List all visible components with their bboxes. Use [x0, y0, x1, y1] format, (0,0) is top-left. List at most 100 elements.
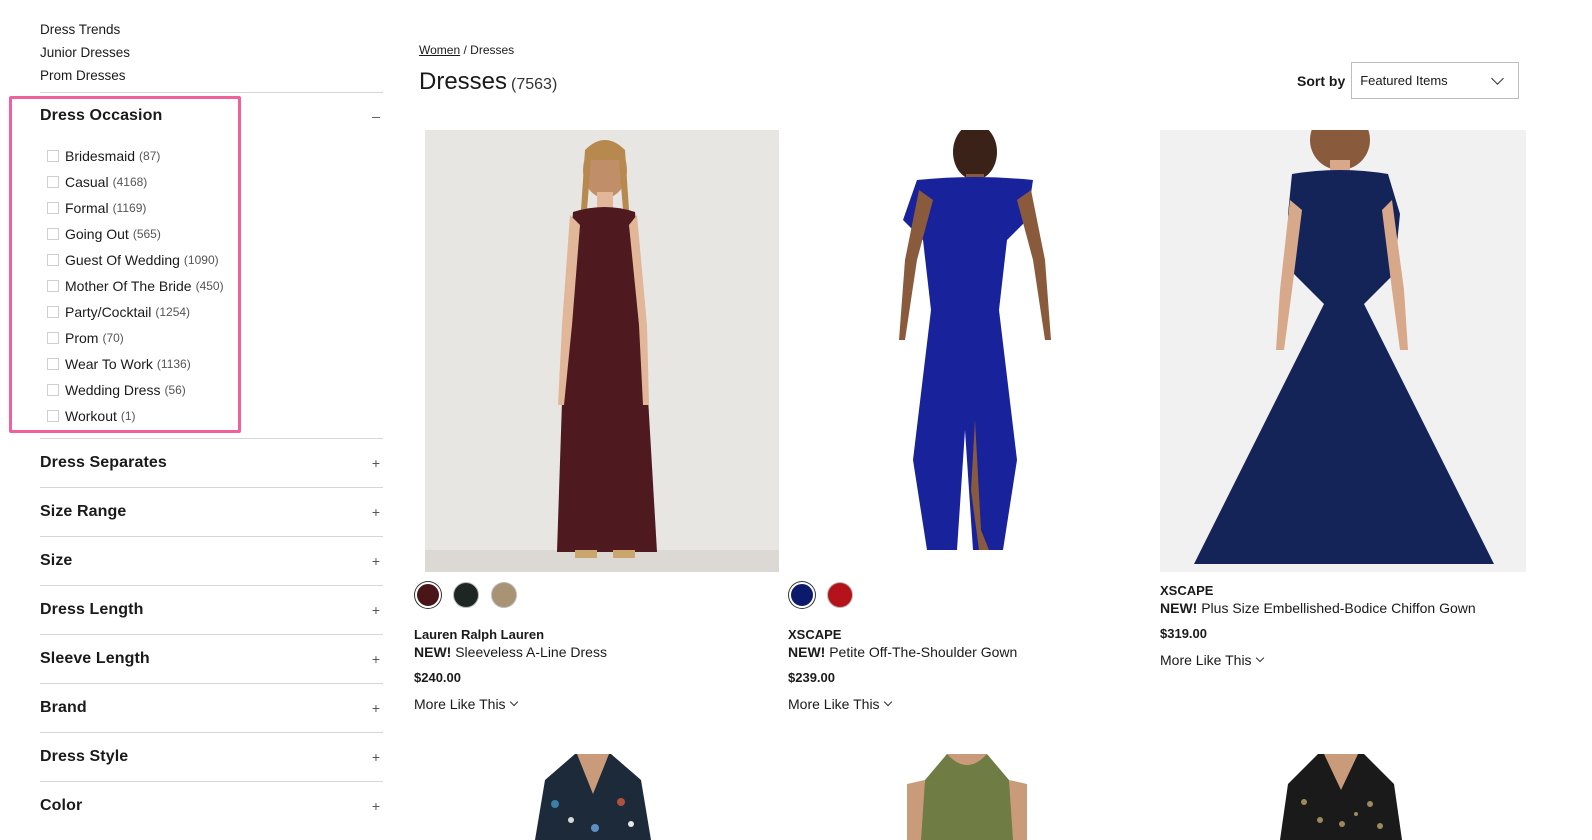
color-swatches — [789, 582, 853, 608]
checkbox[interactable] — [47, 202, 59, 214]
option-label: Workout — [65, 408, 117, 424]
new-badge: NEW! — [788, 644, 826, 660]
option-label: Formal — [65, 200, 109, 216]
filter-section-header[interactable]: Dress Length + — [40, 585, 383, 634]
expand-icon[interactable]: + — [369, 553, 383, 569]
occasion-option[interactable]: Party/Cocktail (1254) — [40, 299, 383, 325]
option-label: Wear To Work — [65, 356, 153, 372]
link-prom-dresses[interactable]: Prom Dresses — [40, 64, 383, 87]
option-count: (1136) — [156, 357, 191, 371]
breadcrumb-women[interactable]: Women — [419, 43, 460, 57]
category-links: Dress Trends Junior Dresses Prom Dresses — [40, 0, 383, 87]
product-image[interactable] — [1160, 130, 1526, 572]
filter-section-header[interactable]: Brand + — [40, 683, 383, 732]
checkbox[interactable] — [47, 280, 59, 292]
occasion-option[interactable]: Guest Of Wedding (1090) — [40, 247, 383, 273]
option-label: Prom — [65, 330, 99, 346]
filter-dress-occasion-header[interactable]: Dress Occasion – — [40, 93, 383, 139]
product-name[interactable]: NEW! Petite Off-The-Shoulder Gown — [788, 643, 1148, 661]
link-dress-trends[interactable]: Dress Trends — [40, 18, 383, 41]
product-brand[interactable]: XSCAPE — [1160, 583, 1526, 599]
checkbox[interactable] — [47, 254, 59, 266]
checkbox[interactable] — [47, 176, 59, 188]
chevron-down-icon — [1255, 653, 1264, 663]
swatch-2[interactable] — [453, 582, 479, 608]
new-badge: NEW! — [414, 644, 452, 660]
swatch-1[interactable] — [415, 582, 441, 608]
swatch-1[interactable] — [789, 582, 815, 608]
filter-section-header[interactable]: Size + — [40, 536, 383, 585]
checkbox[interactable] — [47, 358, 59, 370]
product-image[interactable] — [1280, 754, 1402, 840]
option-label: Guest Of Wedding — [65, 252, 180, 268]
filter-section-header[interactable]: Dress Separates + — [40, 438, 383, 487]
occasion-option[interactable]: Casual (4168) — [40, 169, 383, 195]
swatch-2[interactable] — [827, 582, 853, 608]
filter-section-header[interactable]: Dress Style + — [40, 732, 383, 781]
occasion-option[interactable]: Bridesmaid (87) — [40, 143, 383, 169]
option-count: (4168) — [112, 175, 148, 189]
filter-section-header[interactable]: Size Range + — [40, 487, 383, 536]
product-image[interactable] — [907, 754, 1027, 840]
link-junior-dresses[interactable]: Junior Dresses — [40, 41, 383, 64]
product-price: $240.00 — [414, 670, 461, 685]
checkbox[interactable] — [47, 332, 59, 344]
expand-icon[interactable]: + — [369, 749, 383, 765]
occasion-option[interactable]: Workout (1) — [40, 403, 383, 429]
checkbox[interactable] — [47, 306, 59, 318]
checkbox[interactable] — [47, 228, 59, 240]
occasion-option[interactable]: Going Out (565) — [40, 221, 383, 247]
option-count: (87) — [139, 149, 161, 163]
product-image[interactable] — [799, 130, 1153, 572]
product-card[interactable] — [1280, 754, 1402, 840]
more-like-this[interactable]: More Like This — [788, 696, 1148, 712]
occasion-option[interactable]: Formal (1169) — [40, 195, 383, 221]
option-count: (56) — [164, 383, 186, 397]
filter-section-header[interactable]: Sleeve Length + — [40, 634, 383, 683]
product-brand[interactable]: Lauren Ralph Lauren — [414, 627, 774, 643]
product-name[interactable]: NEW! Plus Size Embellished-Bodice Chiffo… — [1160, 599, 1526, 617]
color-swatches — [415, 582, 517, 608]
filter-title: Sleeve Length — [40, 650, 150, 667]
checkbox[interactable] — [47, 410, 59, 422]
occasion-options: Bridesmaid (87) Casual (4168) Formal (1169) Go… — [40, 139, 383, 438]
option-count: (1254) — [155, 305, 191, 319]
product-brand[interactable]: XSCAPE — [788, 627, 1148, 643]
checkbox[interactable] — [47, 150, 59, 162]
swatch-3[interactable] — [491, 582, 517, 608]
occasion-option[interactable]: Wedding Dress (56) — [40, 377, 383, 403]
collapse-icon[interactable]: – — [369, 108, 383, 124]
expand-icon[interactable]: + — [369, 455, 383, 471]
option-count: (450) — [195, 279, 224, 293]
page-title: Dresses (7563) — [419, 68, 557, 96]
option-count: (1090) — [183, 253, 219, 267]
filter-section-header[interactable]: Color + — [40, 781, 383, 830]
product-card[interactable] — [535, 754, 651, 840]
product-image[interactable] — [425, 130, 779, 572]
option-count: (1169) — [112, 201, 147, 215]
option-count: (1) — [120, 409, 136, 423]
option-label: Party/Cocktail — [65, 304, 152, 320]
product-image[interactable] — [535, 754, 651, 840]
expand-icon[interactable]: + — [369, 602, 383, 618]
sort-dropdown[interactable]: Featured Items — [1351, 62, 1520, 99]
product-card[interactable] — [907, 754, 1027, 840]
occasion-option[interactable]: Mother Of The Bride (450) — [40, 273, 383, 299]
expand-icon[interactable]: + — [369, 651, 383, 667]
occasion-option[interactable]: Prom (70) — [40, 325, 383, 351]
filter-title: Dress Style — [40, 748, 129, 765]
breadcrumb-current: Dresses — [470, 43, 515, 57]
expand-icon[interactable]: + — [369, 798, 383, 814]
option-label: Bridesmaid — [65, 148, 136, 164]
more-like-this[interactable]: More Like This — [414, 696, 774, 712]
product-info: XSCAPE NEW! Petite Off-The-Shoulder Gown… — [788, 627, 1148, 712]
filter-title: Dress Occasion — [40, 107, 163, 124]
result-count: (7563) — [511, 76, 558, 93]
sort-label: Sort by — [1297, 72, 1346, 89]
more-like-this[interactable]: More Like This — [1160, 652, 1526, 668]
expand-icon[interactable]: + — [369, 700, 383, 716]
checkbox[interactable] — [47, 384, 59, 396]
product-name[interactable]: NEW! Sleeveless A-Line Dress — [414, 643, 774, 661]
expand-icon[interactable]: + — [369, 504, 383, 520]
occasion-option[interactable]: Wear To Work (1136) — [40, 351, 383, 377]
